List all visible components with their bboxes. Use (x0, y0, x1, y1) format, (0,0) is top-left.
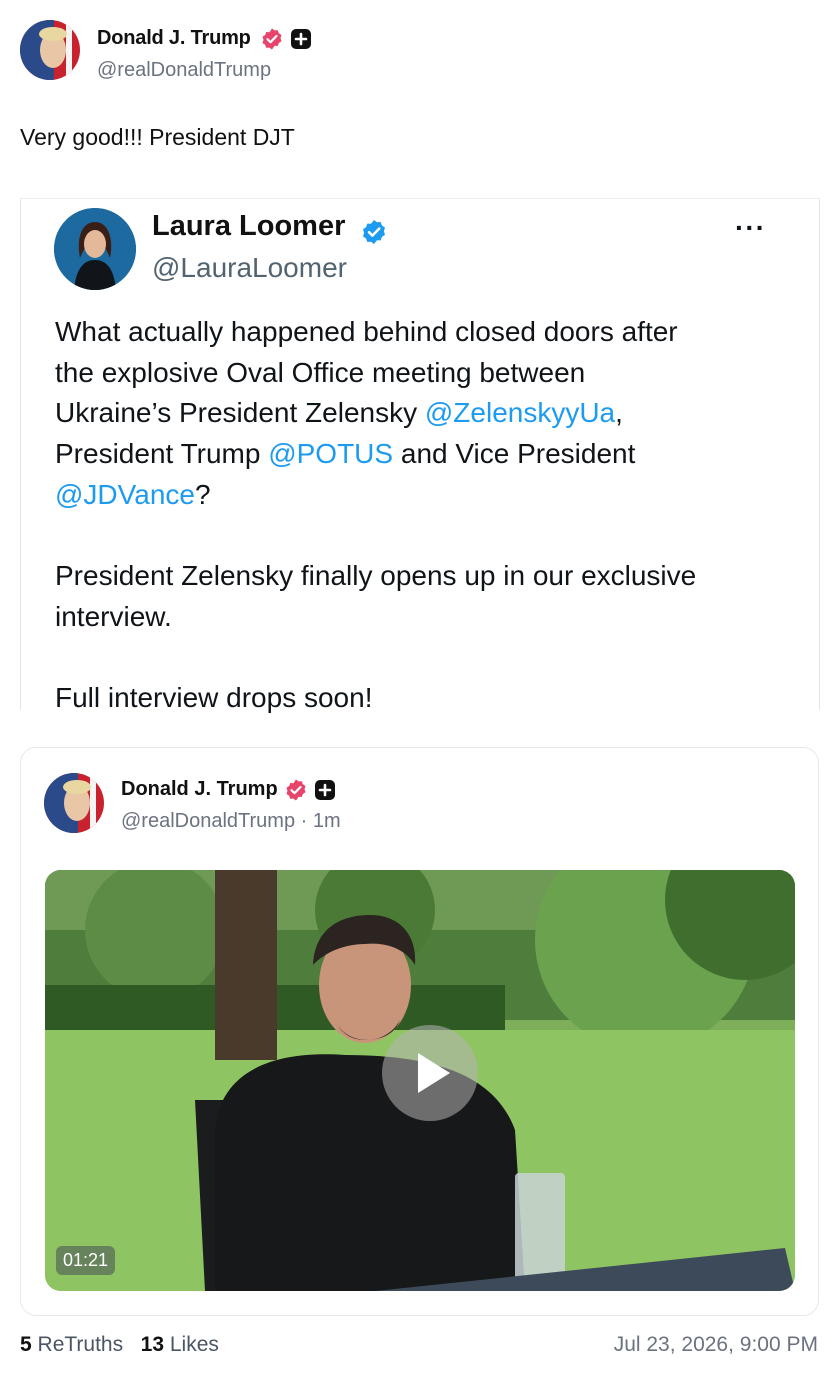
verified-badge-icon (262, 28, 282, 50)
quoted-text-line: the explosive Oval Office meeting betwee… (55, 357, 586, 388)
video-player[interactable]: 01:21 (45, 870, 795, 1291)
embedded-author-avatar[interactable] (44, 773, 104, 833)
retruths-label: ReTruths (37, 1333, 124, 1356)
author-name[interactable]: Donald J. Trump (97, 27, 251, 50)
retruths-stat[interactable]: 5 ReTruths (20, 1333, 123, 1356)
text-segment: President Trump (55, 438, 269, 469)
likes-stat[interactable]: 13 Likes (141, 1333, 219, 1356)
author-avatar[interactable] (20, 20, 80, 80)
author-handle[interactable]: @realDonaldTrump (97, 59, 271, 82)
mention-link: @JDVance (55, 479, 195, 510)
quoted-text-line: interview. (55, 601, 172, 632)
mention-link: @POTUS (268, 438, 394, 469)
embedded-author-handle-time[interactable]: @realDonaldTrump · 1m (121, 810, 341, 833)
quoted-text-line: What actually happened behind closed doo… (55, 316, 678, 347)
play-button[interactable] (382, 1025, 478, 1121)
embedded-author-name[interactable]: Donald J. Trump (121, 778, 278, 801)
quoted-text-line: President Zelensky finally opens up in o… (55, 560, 697, 591)
video-duration: 01:21 (56, 1246, 116, 1275)
text-segment: Ukraine’s President Zelensky (55, 397, 425, 428)
embedded-author-badges (284, 778, 336, 802)
quoted-text-line: Ukraine’s President Zelensky @ZelenskyyU… (55, 397, 623, 429)
author-badges (260, 27, 312, 51)
quoted-author-handle: @LauraLoomer (152, 252, 347, 283)
mention-link: @ZelenskyyUa (424, 397, 616, 428)
quoted-text-line: President Trump @POTUS and Vice Presiden… (55, 438, 635, 470)
retruths-count: 5 (20, 1333, 32, 1356)
engagement-stats: 5 ReTruths 13 Likes (20, 1333, 219, 1357)
post-timestamp[interactable]: Jul 23, 2026, 9:00 PM (614, 1333, 818, 1357)
text-segment: ? (194, 479, 211, 510)
verified-badge-icon (286, 779, 306, 801)
quoted-author-avatar (54, 208, 136, 290)
plus-badge-icon (315, 780, 335, 800)
post-text: Very good!!! President DJT (20, 124, 295, 150)
more-icon: ··· (735, 212, 766, 243)
quoted-author-name: Laura Loomer (152, 210, 346, 242)
likes-label: Likes (169, 1333, 219, 1356)
text-segment: , (615, 397, 623, 428)
play-icon (418, 1053, 450, 1093)
quoted-text-line: Full interview drops soon! (55, 682, 373, 713)
likes-count: 13 (140, 1333, 164, 1356)
text-segment: and Vice President (393, 438, 636, 469)
x-verified-icon (363, 220, 385, 244)
plus-badge-icon (291, 29, 311, 49)
quoted-text-line: @JDVance? (55, 479, 211, 511)
